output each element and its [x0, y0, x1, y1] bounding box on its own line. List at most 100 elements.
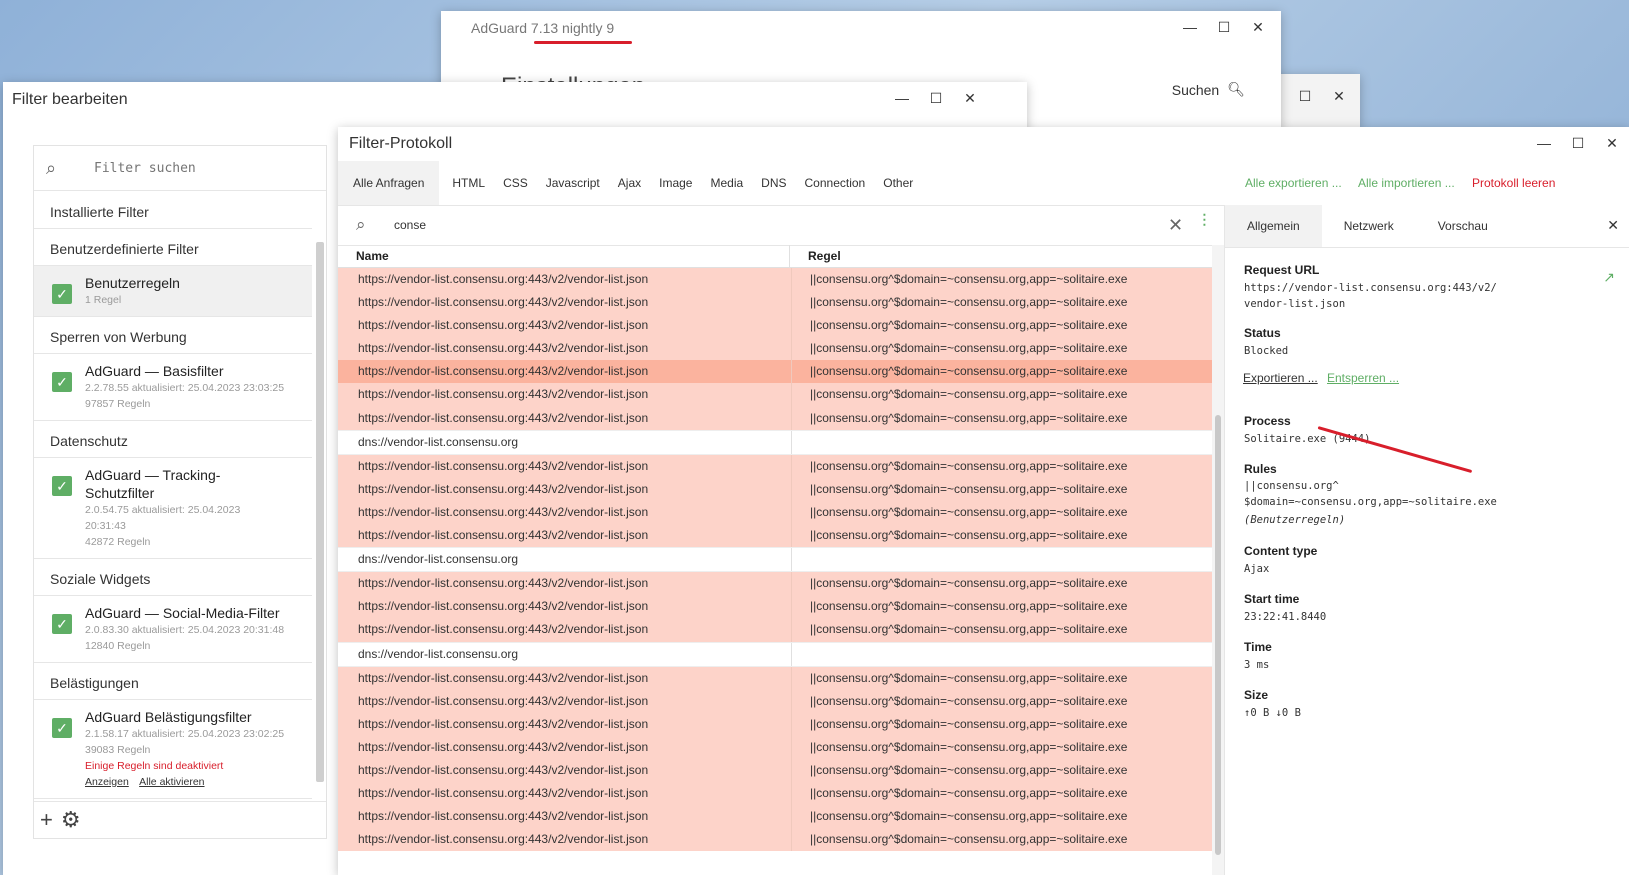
log-search-input[interactable]: conse: [394, 218, 426, 232]
tab-other[interactable]: Other: [874, 161, 922, 205]
tab-general[interactable]: Allgemein: [1225, 205, 1322, 247]
clear-log-link[interactable]: Protokoll leeren: [1472, 161, 1555, 205]
export-all-link[interactable]: Alle exportieren ...: [1245, 161, 1342, 205]
tab-ajax[interactable]: Ajax: [609, 161, 650, 205]
tab-preview[interactable]: Vorschau: [1416, 205, 1510, 247]
close-icon[interactable]: ✕: [1595, 127, 1629, 159]
close-icon[interactable]: ✕: [1241, 11, 1275, 43]
filter-item-tracking[interactable]: ✓ AdGuard — Tracking-Schutzfilter 2.0.54…: [34, 458, 312, 559]
row-rule: [792, 431, 810, 454]
tab-image[interactable]: Image: [650, 161, 701, 205]
table-row[interactable]: https://vendor-list.consensu.org:443/v2/…: [338, 454, 1226, 478]
tab-all[interactable]: Alle Anfragen: [338, 161, 440, 205]
checkbox[interactable]: ✓: [52, 372, 72, 392]
table-row[interactable]: https://vendor-list.consensu.org:443/v2/…: [338, 337, 1226, 361]
table-row[interactable]: https://vendor-list.consensu.org:443/v2/…: [338, 314, 1226, 338]
column-header-rule[interactable]: Regel: [790, 245, 841, 267]
table-row[interactable]: dns://vendor-list.consensu.org: [338, 547, 1226, 573]
table-row[interactable]: https://vendor-list.consensu.org:443/v2/…: [338, 689, 1226, 713]
table-row[interactable]: https://vendor-list.consensu.org:443/v2/…: [338, 500, 1226, 525]
column-header-name[interactable]: Name: [338, 245, 790, 267]
table-row[interactable]: https://vendor-list.consensu.org:443/v2/…: [338, 360, 1226, 384]
filter-settings-icon[interactable]: ⫶: [1202, 211, 1207, 232]
table-row[interactable]: https://vendor-list.consensu.org:443/v2/…: [338, 805, 1226, 829]
table-row[interactable]: dns://vendor-list.consensu.org: [338, 429, 1226, 455]
row-rule: ||consensu.org^$domain=~consensu.org,app…: [810, 295, 1128, 310]
filter-item-benutzerregeln[interactable]: ✓ Benutzerregeln 1 Regel: [34, 266, 312, 317]
row-name: https://vendor-list.consensu.org:443/v2/…: [338, 500, 792, 525]
table-row[interactable]: dns://vendor-list.consensu.org: [338, 641, 1226, 667]
open-external-icon[interactable]: ↗: [1603, 269, 1615, 286]
clear-search-icon[interactable]: ✕: [1168, 215, 1183, 236]
table-row[interactable]: https://vendor-list.consensu.org:443/v2/…: [338, 758, 1226, 783]
tab-dns[interactable]: DNS: [752, 161, 795, 205]
table-row[interactable]: https://vendor-list.consensu.org:443/v2/…: [338, 406, 1226, 430]
maximize-icon[interactable]: ☐: [919, 82, 953, 114]
maximize-icon[interactable]: ☐: [1288, 80, 1322, 112]
section-heading: Belästigungen: [34, 663, 312, 700]
filter-item-social[interactable]: ✓ AdGuard — Social-Media-Filter 2.0.83.3…: [34, 596, 312, 663]
table-row[interactable]: https://vendor-list.consensu.org:443/v2/…: [338, 618, 1226, 642]
filter-item-basisfilter[interactable]: ✓ AdGuard — Basisfilter 2.2.78.55 aktual…: [34, 354, 312, 421]
table-row[interactable]: https://vendor-list.consensu.org:443/v2/…: [338, 524, 1226, 548]
search-label: Suchen: [1171, 81, 1220, 98]
checkbox[interactable]: ✓: [52, 284, 72, 304]
rules-value-1: ||consensu.org^: [1244, 480, 1339, 492]
checkbox[interactable]: ✓: [52, 718, 72, 738]
close-icon[interactable]: ✕: [1607, 217, 1619, 234]
filter-name: AdGuard — Tracking-Schutzfilter: [85, 467, 221, 501]
window-title: Filter bearbeiten: [12, 91, 128, 108]
maximize-icon[interactable]: ☐: [1207, 11, 1241, 43]
annotation-underline: [534, 41, 632, 44]
tab-html[interactable]: HTML: [443, 161, 494, 205]
table-row[interactable]: https://vendor-list.consensu.org:443/v2/…: [338, 291, 1226, 315]
table-row[interactable]: https://vendor-list.consensu.org:443/v2/…: [338, 828, 1226, 852]
table-row[interactable]: https://vendor-list.consensu.org:443/v2/…: [338, 712, 1226, 736]
filter-list: Installierte Filter Benutzerdefinierte F…: [34, 192, 312, 800]
filter-item-annoyances[interactable]: ✓ AdGuard Belästigungsfilter 2.1.58.17 a…: [34, 700, 312, 799]
row-name: https://vendor-list.consensu.org:443/v2/…: [338, 735, 792, 759]
export-link[interactable]: Exportieren ...: [1243, 371, 1318, 385]
tab-media[interactable]: Media: [701, 161, 752, 205]
table-row[interactable]: https://vendor-list.consensu.org:443/v2/…: [338, 268, 1226, 292]
row-rule: ||consensu.org^$domain=~consensu.org,app…: [810, 622, 1128, 637]
tab-css[interactable]: CSS: [494, 161, 537, 205]
search-button[interactable]: Suchen 🔍︎: [1172, 81, 1245, 98]
unblock-link[interactable]: Entsperren ...: [1327, 371, 1399, 385]
close-icon[interactable]: ✕: [1322, 80, 1356, 112]
enable-all-link[interactable]: Alle aktivieren: [139, 776, 204, 788]
show-link[interactable]: Anzeigen: [85, 776, 129, 788]
table-row[interactable]: https://vendor-list.consensu.org:443/v2/…: [338, 782, 1226, 806]
row-rule: ||consensu.org^$domain=~consensu.org,app…: [810, 576, 1128, 591]
add-icon[interactable]: +: [40, 807, 53, 833]
checkbox[interactable]: ✓: [52, 614, 72, 634]
table-row[interactable]: https://vendor-list.consensu.org:443/v2/…: [338, 595, 1226, 619]
maximize-icon[interactable]: ☐: [1561, 127, 1595, 159]
table-row[interactable]: https://vendor-list.consensu.org:443/v2/…: [338, 666, 1226, 690]
table-row[interactable]: https://vendor-list.consensu.org:443/v2/…: [338, 383, 1226, 407]
filter-scrollbar[interactable]: [316, 242, 324, 782]
checkbox[interactable]: ✓: [52, 476, 72, 496]
table-row[interactable]: https://vendor-list.consensu.org:443/v2/…: [338, 735, 1226, 759]
tab-javascript[interactable]: Javascript: [537, 161, 609, 205]
tab-network[interactable]: Netzwerk: [1322, 205, 1416, 247]
minimize-icon[interactable]: —: [1173, 11, 1207, 43]
table-row[interactable]: https://vendor-list.consensu.org:443/v2/…: [338, 572, 1226, 596]
row-rule: ||consensu.org^$domain=~consensu.org,app…: [810, 387, 1128, 402]
request-url-value: https://vendor-list.consensu.org:443/v2/: [1244, 282, 1497, 294]
import-all-link[interactable]: Alle importieren ...: [1358, 161, 1455, 205]
filter-search-input[interactable]: [92, 159, 296, 177]
gear-icon[interactable]: ⚙: [61, 807, 81, 833]
minimize-icon[interactable]: —: [1527, 127, 1561, 159]
filter-panel: ⌕ Installierte Filter Benutzerdefinierte…: [33, 145, 327, 839]
row-rule: ||consensu.org^$domain=~consensu.org,app…: [810, 410, 1128, 425]
process-label: Process: [1244, 414, 1291, 428]
close-icon[interactable]: ✕: [953, 82, 987, 114]
log-scrollbar[interactable]: [1212, 245, 1224, 875]
minimize-icon[interactable]: —: [885, 82, 919, 114]
row-rule: ||consensu.org^$domain=~consensu.org,app…: [810, 670, 1128, 685]
tab-connection[interactable]: Connection: [796, 161, 875, 205]
table-row[interactable]: https://vendor-list.consensu.org:443/v2/…: [338, 477, 1226, 501]
row-name: https://vendor-list.consensu.org:443/v2/…: [338, 477, 792, 501]
row-name: https://vendor-list.consensu.org:443/v2/…: [338, 828, 792, 852]
